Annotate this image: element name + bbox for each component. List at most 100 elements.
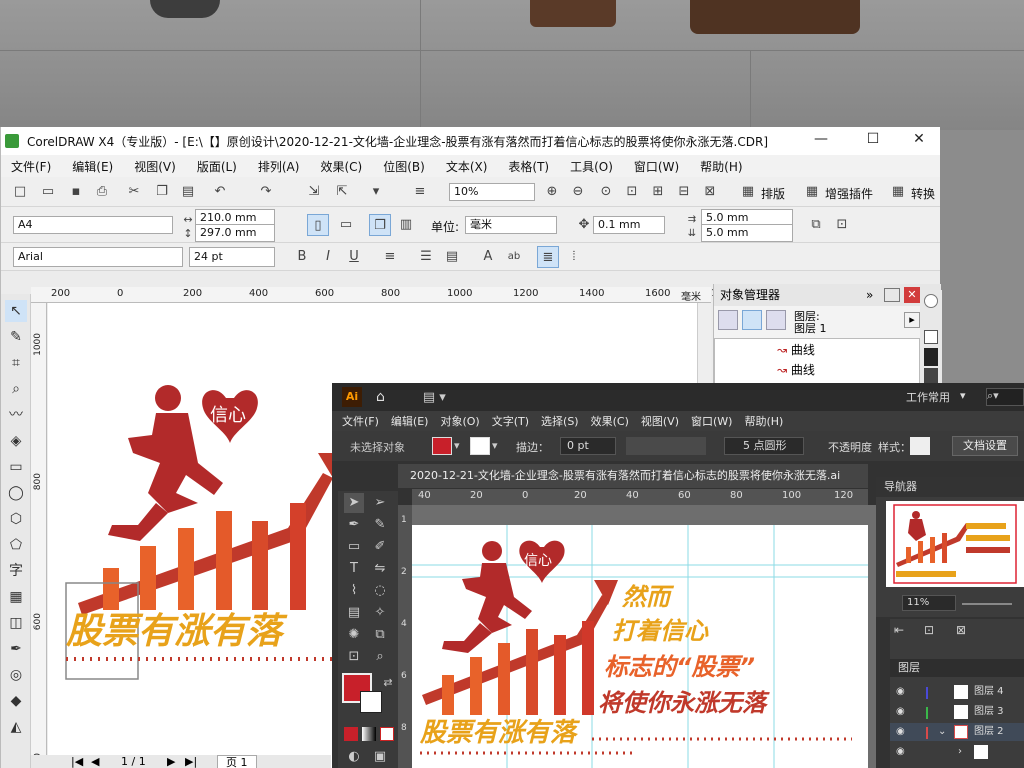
undo-icon[interactable]: ↶	[209, 181, 231, 203]
artboard-tool-icon[interactable]: ⊡	[344, 647, 364, 667]
next-page-icon[interactable]: ▶	[167, 755, 175, 768]
menu-file[interactable]: 文件(F)	[11, 158, 51, 175]
document-tab[interactable]: 2020-12-21-文化墙-企业理念-股票有涨有落然而打着信心标志的股票将使你…	[398, 464, 868, 488]
page-height-field[interactable]: 297.0 mm	[195, 224, 275, 242]
navigator-tab[interactable]: 导航器	[876, 477, 1024, 497]
chevron-down-icon[interactable]: ⌄	[938, 723, 946, 741]
shape-builder-icon[interactable]: ◌	[370, 581, 390, 601]
duplicate-y-field[interactable]: 5.0 mm	[701, 224, 793, 242]
transform-icon[interactable]: ⊡	[924, 623, 934, 637]
eye-icon[interactable]: ◉	[896, 743, 905, 761]
export-icon[interactable]: ⇱	[331, 181, 353, 203]
print-icon[interactable]: ⎙	[91, 181, 113, 203]
align-icon[interactable]: ⇤	[894, 623, 904, 637]
ai-menu-effect[interactable]: 效果(C)	[591, 413, 629, 429]
ellipse-tool-icon[interactable]: ◯	[5, 482, 27, 504]
first-page-icon[interactable]: |◀	[71, 755, 83, 768]
nudge-field[interactable]: 0.1 mm	[593, 216, 665, 234]
layout-button[interactable]: 排版	[761, 185, 785, 202]
vertical-text-icon[interactable]: ⦙	[563, 246, 585, 268]
eye-icon[interactable]: ◉	[896, 703, 905, 721]
workspace-dropdown-icon[interactable]: ▾	[960, 389, 966, 402]
ai-menu-object[interactable]: 对象(O)	[440, 413, 479, 429]
all-pages-icon[interactable]: ❐	[369, 214, 391, 236]
no-color-swatch[interactable]	[924, 330, 938, 344]
portrait-icon[interactable]: ▯	[307, 214, 329, 236]
menu-edit[interactable]: 编辑(E)	[72, 158, 113, 175]
landscape-icon[interactable]: ▭	[335, 214, 357, 236]
bold-icon[interactable]: B	[291, 246, 313, 268]
font-size-dropdown[interactable]: 24 pt	[189, 247, 275, 267]
layers-tab[interactable]: 图层	[890, 659, 1024, 677]
minimize-button[interactable]: —	[806, 131, 836, 151]
plugin-icon[interactable]: ▦	[801, 181, 823, 203]
options-icon[interactable]: ⊡	[831, 214, 853, 236]
interactive-fill-icon[interactable]: ◭	[5, 716, 27, 738]
ai-menu-select[interactable]: 选择(S)	[541, 413, 579, 429]
direct-selection-icon[interactable]: ➢	[370, 493, 390, 513]
stroke-weight-field[interactable]: 0 pt	[560, 437, 616, 455]
rectangle-tool-icon[interactable]: ▭	[344, 537, 364, 557]
basic-shapes-icon[interactable]: ⬠	[5, 534, 27, 556]
width-tool-icon[interactable]: ⌇	[344, 581, 364, 601]
last-page-icon[interactable]: ▶|	[185, 755, 197, 768]
draw-mode-icon[interactable]: ◐	[344, 747, 364, 767]
navigator-preview[interactable]	[886, 501, 1024, 587]
brush-dropdown[interactable]: 5 点圆形	[724, 437, 804, 455]
layer-row[interactable]: ◉ 图层 3	[890, 703, 1024, 721]
current-page-icon[interactable]: ▥	[395, 214, 417, 236]
publish-icon[interactable]: ▾	[365, 181, 387, 203]
text-tool-icon[interactable]: 字	[5, 560, 27, 582]
menu-tools[interactable]: 工具(O)	[570, 158, 613, 175]
dropcap-icon[interactable]: ▤	[441, 246, 463, 268]
symbol-sprayer-icon[interactable]: ✺	[344, 625, 364, 645]
rectangle-tool-icon[interactable]: ▭	[5, 456, 27, 478]
type-tool-icon[interactable]: T	[344, 559, 364, 579]
convert-icon[interactable]: ▦	[887, 181, 909, 203]
prev-page-icon[interactable]: ◀	[91, 755, 99, 768]
convert-button[interactable]: 转换	[911, 185, 935, 202]
variable-width-dropdown[interactable]	[626, 437, 706, 455]
menu-view[interactable]: 视图(V)	[134, 158, 176, 175]
zoom-all-icon[interactable]: ⊠	[699, 181, 721, 203]
ai-menu-type[interactable]: 文字(T)	[492, 413, 529, 429]
align-icon[interactable]: ≡	[379, 246, 401, 268]
fill-swatch[interactable]	[432, 437, 452, 455]
curvature-tool-icon[interactable]: ✎	[370, 515, 390, 535]
layout-icon[interactable]: ▦	[737, 181, 759, 203]
smart-fill-icon[interactable]: ◈	[5, 430, 27, 452]
edit-text-icon[interactable]: ab	[503, 246, 525, 268]
layer-row[interactable]: ◉ ⌄ 图层 2	[890, 723, 1024, 741]
zoom-width-icon[interactable]: ⊞	[647, 181, 669, 203]
gradient-mode-icon[interactable]	[362, 727, 376, 741]
ai-menu-window[interactable]: 窗口(W)	[691, 413, 732, 429]
document-setup-button[interactable]: 文档设置	[952, 436, 1018, 456]
list-item[interactable]: ↝ 曲线	[777, 361, 815, 378]
eyedropper-icon[interactable]: ✒	[5, 638, 27, 660]
cut-icon[interactable]: ✂	[123, 181, 145, 203]
style-swatch[interactable]	[910, 437, 930, 455]
stroke-swatch[interactable]	[470, 437, 490, 455]
zoom-height-icon[interactable]: ⊟	[673, 181, 695, 203]
layer-manager-icon[interactable]	[766, 310, 786, 330]
treat-as-filled-icon[interactable]: ⧉	[805, 214, 827, 236]
swap-colors-icon[interactable]: ⇄	[378, 673, 398, 693]
zoom-dropdown[interactable]: 10%	[449, 183, 535, 201]
freehand-tool-icon[interactable]: 〰	[5, 404, 27, 426]
ai-menu-help[interactable]: 帮助(H)	[744, 413, 783, 429]
unit-dropdown[interactable]: 毫米	[465, 216, 557, 234]
polygon-tool-icon[interactable]: ⬡	[5, 508, 27, 530]
edit-layers-icon[interactable]	[742, 310, 762, 330]
chevron-right-icon[interactable]: ›	[958, 743, 962, 761]
stroke-color-icon[interactable]	[360, 691, 382, 713]
sublayer-row[interactable]: ◉ ›	[890, 743, 1024, 761]
menu-layout[interactable]: 版面(L)	[197, 158, 237, 175]
italic-icon[interactable]: I	[317, 246, 339, 268]
zoom-fit-icon[interactable]: ⊙	[595, 181, 617, 203]
nav-zoom-slider[interactable]	[962, 603, 1012, 605]
eye-icon[interactable]: ◉	[896, 723, 905, 741]
zoom-out-icon[interactable]: ⊖	[567, 181, 589, 203]
pick-tool-icon[interactable]: ↖	[5, 300, 27, 322]
black-swatch[interactable]	[924, 348, 938, 366]
slice-tool-icon[interactable]: ⧉	[370, 625, 390, 645]
